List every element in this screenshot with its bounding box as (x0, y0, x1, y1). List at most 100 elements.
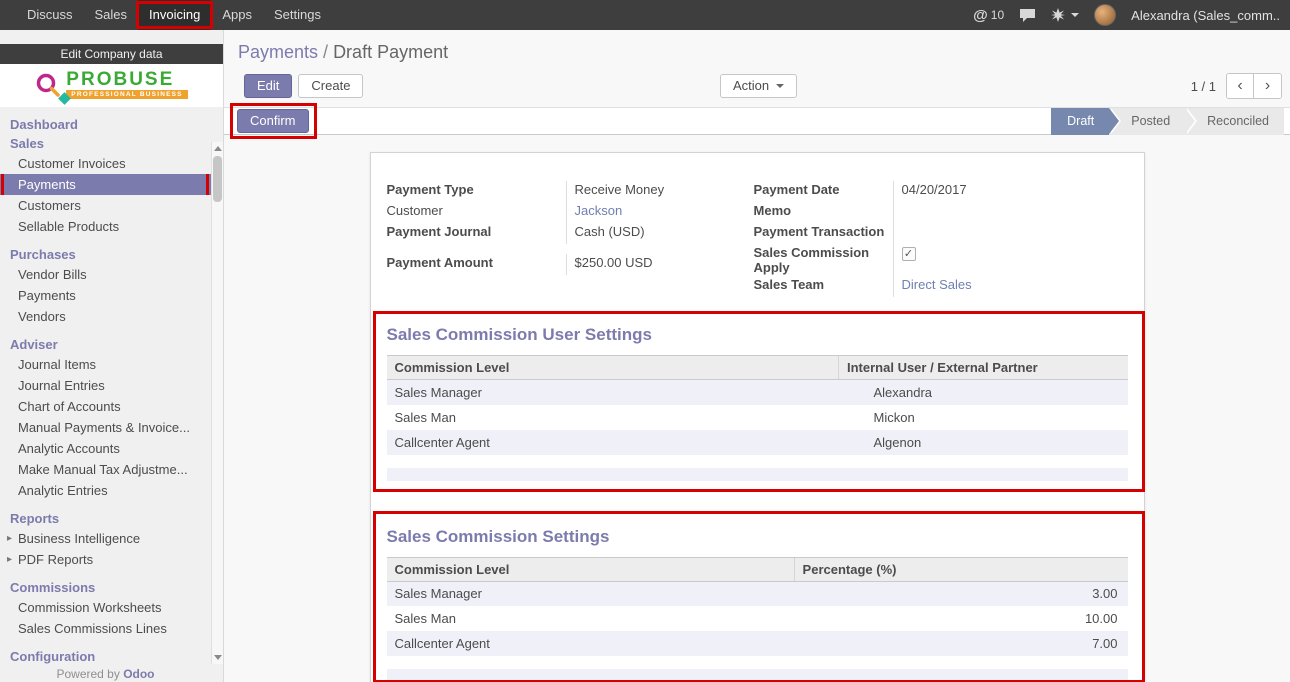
empty-row (387, 669, 1128, 682)
menu-discuss[interactable]: Discuss (16, 0, 84, 30)
sidebar-header-configuration[interactable]: Configuration (0, 647, 223, 666)
logo-subtitle: PROFESSIONAL BUSINESS (66, 90, 187, 99)
sidebar-item-journal-items[interactable]: Journal Items (0, 354, 223, 375)
cell-user: Algenon (839, 430, 1128, 455)
chat-icon[interactable] (1019, 8, 1036, 23)
sidebar-scrollbar[interactable] (211, 142, 223, 664)
commission-settings-table: Commission Level Percentage (%) Sales Ma… (387, 557, 1128, 682)
status-steps: Draft Posted Reconciled (1051, 108, 1284, 135)
menu-invoicing[interactable]: Invoicing (138, 0, 211, 30)
breadcrumb-payments[interactable]: Payments (238, 42, 318, 62)
status-step-draft[interactable]: Draft (1051, 108, 1109, 135)
sidebar-nav: Dashboard Sales Customer Invoices Paymen… (0, 107, 223, 666)
cell-user: Alexandra (839, 380, 1128, 405)
edit-button[interactable]: Edit (244, 74, 292, 98)
avatar[interactable] (1094, 4, 1116, 26)
sidebar-header-commissions[interactable]: Commissions (0, 578, 223, 597)
pager-previous-button[interactable]: ‹ (1227, 74, 1254, 98)
column-commission-level[interactable]: Commission Level (387, 356, 839, 380)
payment-amount-value: $250.00 USD (567, 254, 746, 275)
sidebar: Edit Company data PROBUSE PROFESSIONAL B… (0, 30, 224, 682)
user-settings-title: Sales Commission User Settings (387, 325, 1128, 345)
action-label: Action (733, 78, 769, 94)
debug-icon[interactable] (1051, 8, 1079, 22)
table-row[interactable]: Callcenter Agent 7.00 (387, 631, 1128, 656)
scroll-up-icon[interactable] (214, 146, 222, 151)
payment-amount-label: Payment Amount (387, 254, 567, 275)
sidebar-item-chart-of-accounts[interactable]: Chart of Accounts (0, 396, 223, 417)
customer-link[interactable]: Jackson (575, 203, 623, 218)
topbar: Discuss Sales Invoicing Apps Settings @ … (0, 0, 1290, 30)
sidebar-item-customers[interactable]: Customers (0, 195, 223, 216)
sidebar-header-sales[interactable]: Sales (0, 134, 223, 153)
sidebar-item-analytic-accounts[interactable]: Analytic Accounts (0, 438, 223, 459)
statusbar: Confirm Draft Posted Reconciled (224, 107, 1290, 135)
topbar-menus: Discuss Sales Invoicing Apps Settings (0, 0, 332, 30)
sidebar-item-payments-label: Payments (18, 177, 76, 192)
sidebar-item-vendor-bills[interactable]: Vendor Bills (0, 264, 223, 285)
column-percentage[interactable]: Percentage (%) (794, 557, 1127, 581)
payment-transaction-label: Payment Transaction (754, 223, 894, 244)
scrollbar-thumb[interactable] (213, 156, 222, 202)
create-button[interactable]: Create (298, 74, 363, 98)
status-step-reconciled[interactable]: Reconciled (1185, 108, 1284, 135)
sidebar-header-adviser[interactable]: Adviser (0, 335, 223, 354)
expand-icon: ▸ (7, 528, 12, 549)
sidebar-header-dashboard[interactable]: Dashboard (0, 115, 223, 134)
empty-row (387, 468, 1128, 481)
sales-commission-apply-label: Sales Commission Apply (754, 244, 894, 276)
sidebar-item-analytic-entries[interactable]: Analytic Entries (0, 480, 223, 501)
mentions-icon[interactable]: @ 10 (973, 7, 1004, 24)
sidebar-item-sales-commissions-lines[interactable]: Sales Commissions Lines (0, 618, 223, 639)
table-row[interactable]: Callcenter Agent Algenon (387, 430, 1128, 455)
sidebar-item-bi-label: Business Intelligence (18, 531, 140, 546)
sidebar-item-customer-invoices[interactable]: Customer Invoices (0, 153, 223, 174)
sales-team-link[interactable]: Direct Sales (902, 277, 972, 292)
sales-team-label: Sales Team (754, 276, 894, 297)
sidebar-item-commission-worksheets[interactable]: Commission Worksheets (0, 597, 223, 618)
payment-date-label: Payment Date (754, 181, 894, 202)
sidebar-item-payments-sales[interactable]: Payments (0, 174, 223, 195)
menu-sales[interactable]: Sales (84, 0, 139, 30)
confirm-button[interactable]: Confirm (237, 109, 309, 133)
customer-label: Customer (387, 202, 567, 223)
sidebar-item-business-intelligence[interactable]: ▸ Business Intelligence (0, 528, 223, 549)
cell-level: Sales Man (387, 405, 839, 430)
cell-level: Callcenter Agent (387, 430, 839, 455)
odoo-link[interactable]: Odoo (123, 667, 154, 681)
form-left-column: Payment Type Receive Money Customer Jack… (387, 181, 746, 297)
sidebar-header-reports[interactable]: Reports (0, 509, 223, 528)
sales-commission-settings-section: Sales Commission Settings Commission Lev… (387, 527, 1128, 682)
table-row[interactable]: Sales Man 10.00 (387, 606, 1128, 631)
table-row[interactable]: Sales Manager 3.00 (387, 581, 1128, 606)
main-area: Payments / Draft Payment Edit Create Act… (224, 30, 1290, 682)
menu-apps[interactable]: Apps (211, 0, 263, 30)
sidebar-item-pdf-reports[interactable]: ▸ PDF Reports (0, 549, 223, 570)
scroll-down-icon[interactable] (214, 655, 222, 660)
sidebar-item-payments-purchases[interactable]: Payments (0, 285, 223, 306)
sidebar-item-journal-entries[interactable]: Journal Entries (0, 375, 223, 396)
company-logo: PROBUSE PROFESSIONAL BUSINESS (0, 64, 223, 107)
sidebar-header-purchases[interactable]: Purchases (0, 245, 223, 264)
action-dropdown[interactable]: Action (720, 74, 797, 98)
table-row[interactable]: Sales Man Mickon (387, 405, 1128, 430)
sales-commission-apply-checkbox[interactable]: ✓ (902, 247, 916, 261)
table-row[interactable]: Sales Manager Alexandra (387, 380, 1128, 405)
commission-settings-title: Sales Commission Settings (387, 527, 1128, 547)
menu-settings[interactable]: Settings (263, 0, 332, 30)
pager-next-button[interactable]: › (1254, 74, 1281, 98)
sidebar-item-sellable-products[interactable]: Sellable Products (0, 216, 223, 237)
form-right-column: Payment Date 04/20/2017 Memo Payment Tra… (754, 181, 1128, 297)
column-commission-level[interactable]: Commission Level (387, 557, 795, 581)
logo-title: PROBUSE (66, 70, 174, 90)
sidebar-item-vendors[interactable]: Vendors (0, 306, 223, 327)
user-menu[interactable]: Alexandra (Sales_comm.. (1131, 8, 1280, 23)
magnifier-icon (35, 72, 61, 98)
column-internal-user[interactable]: Internal User / External Partner (839, 356, 1128, 380)
at-glyph: @ (973, 7, 988, 24)
edit-company-button[interactable]: Edit Company data (0, 44, 223, 64)
payment-journal-label: Payment Journal (387, 223, 567, 244)
sidebar-item-manual-tax-adjustment[interactable]: Make Manual Tax Adjustme... (0, 459, 223, 480)
cell-level: Sales Man (387, 606, 795, 631)
sidebar-item-manual-payments[interactable]: Manual Payments & Invoice... (0, 417, 223, 438)
